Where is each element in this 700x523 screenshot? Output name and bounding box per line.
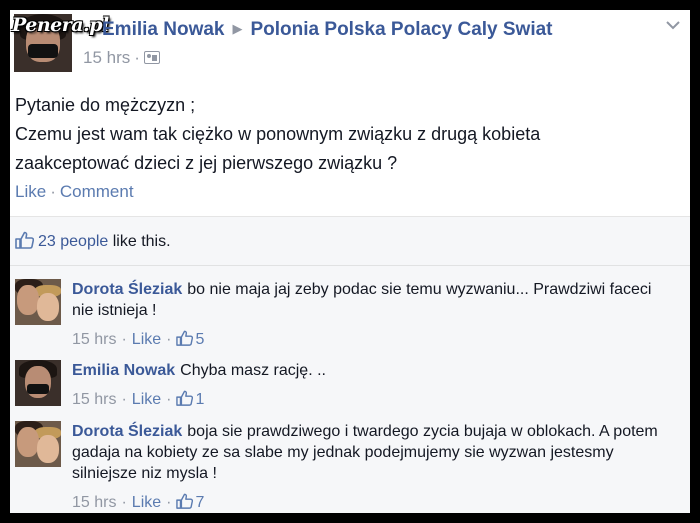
comment-button[interactable]: Comment xyxy=(60,182,134,201)
feedback-section: 23 people like this. Dorota Śleziak bo ni… xyxy=(10,216,690,513)
commenter-name-link[interactable]: Dorota Śleziak xyxy=(72,423,182,440)
comment-body: Dorota Śleziak boja sie prawdziwego i twa… xyxy=(72,421,672,513)
commenter-name-link[interactable]: Emilia Nowak xyxy=(72,362,175,379)
comment-like-button[interactable]: Like xyxy=(132,494,161,511)
comment-text-block: Dorota Śleziak boja sie prawdziwego i twa… xyxy=(72,421,672,484)
commenter-avatar[interactable] xyxy=(15,279,61,325)
comment-text-block: Dorota Śleziak bo nie maja jaj zeby podac… xyxy=(72,279,672,321)
like-button[interactable]: Like xyxy=(15,182,46,201)
post-meta: 15 hrs · xyxy=(83,48,160,68)
action-separator: · xyxy=(50,182,56,201)
post-header: Penera.pl Emilia Nowak ▶ Polonia Polska Po… xyxy=(10,10,690,82)
comment-timestamp[interactable]: 15 hrs xyxy=(72,331,116,348)
caret-right-icon: ▶ xyxy=(232,21,243,36)
likes-summary: 23 people like this. xyxy=(15,231,171,251)
comment-like-count[interactable]: 1 xyxy=(195,391,204,408)
comment-meta: 15 hrs · Like · 7 xyxy=(72,493,205,511)
thumbs-up-icon xyxy=(176,330,194,346)
thumbs-up-icon xyxy=(176,493,194,509)
post-message: Pytanie do mężczyzn ; Czemu jest wam tak… xyxy=(15,91,675,178)
chevron-down-icon[interactable] xyxy=(666,20,680,30)
thumbs-up-icon xyxy=(15,231,34,249)
comment-like-button[interactable]: Like xyxy=(132,391,161,408)
meta-separator: · xyxy=(134,48,140,67)
thumbs-up-icon xyxy=(176,390,194,406)
comment-like-count[interactable]: 7 xyxy=(195,494,204,511)
comment-text: Chyba masz rację. .. xyxy=(180,362,326,379)
commenter-avatar[interactable] xyxy=(15,421,61,467)
post-actions: Like · Comment xyxy=(15,182,134,202)
likers-link[interactable]: 23 people xyxy=(38,233,108,250)
comment-like-count[interactable]: 5 xyxy=(195,331,204,348)
likes-suffix: like this. xyxy=(108,233,171,250)
post-message-line: zaakceptować dzieci z jej pierwszego zwi… xyxy=(15,153,398,173)
post-header-line: Emilia Nowak ▶ Polonia Polska Polacy Caly … xyxy=(84,19,553,41)
divider xyxy=(10,265,690,266)
group-audience-icon[interactable] xyxy=(143,51,160,64)
comment-timestamp[interactable]: 15 hrs xyxy=(72,391,116,408)
comment-like-button[interactable]: Like xyxy=(132,331,161,348)
post-message-line: Czemu jest wam tak ciężko w ponownym zwi… xyxy=(15,124,541,144)
post-message-line: Pytanie do mężczyzn ; xyxy=(15,95,196,115)
commenter-name-link[interactable]: Dorota Śleziak xyxy=(72,281,182,298)
facebook-post-card: Penera.pl Emilia Nowak ▶ Polonia Polska Po… xyxy=(10,10,690,513)
group-name-link[interactable]: Polonia Polska Polacy Caly Swiat xyxy=(251,19,553,40)
comment-timestamp[interactable]: 15 hrs xyxy=(72,494,116,511)
comment-body: Dorota Śleziak bo nie maja jaj zeby podac… xyxy=(72,279,672,350)
comment-text-block: Emilia Nowak Chyba masz rację. .. xyxy=(72,360,672,381)
comment-body: Emilia Nowak Chyba masz rację. .. 15 hrs ·… xyxy=(72,360,672,410)
commenter-avatar[interactable] xyxy=(15,360,61,406)
comment-meta: 15 hrs · Like · 5 xyxy=(72,330,205,348)
post-timestamp[interactable]: 15 hrs xyxy=(83,48,130,67)
post-author-link[interactable]: Emilia Nowak xyxy=(84,19,225,40)
comment-meta: 15 hrs · Like · 1 xyxy=(72,390,205,408)
